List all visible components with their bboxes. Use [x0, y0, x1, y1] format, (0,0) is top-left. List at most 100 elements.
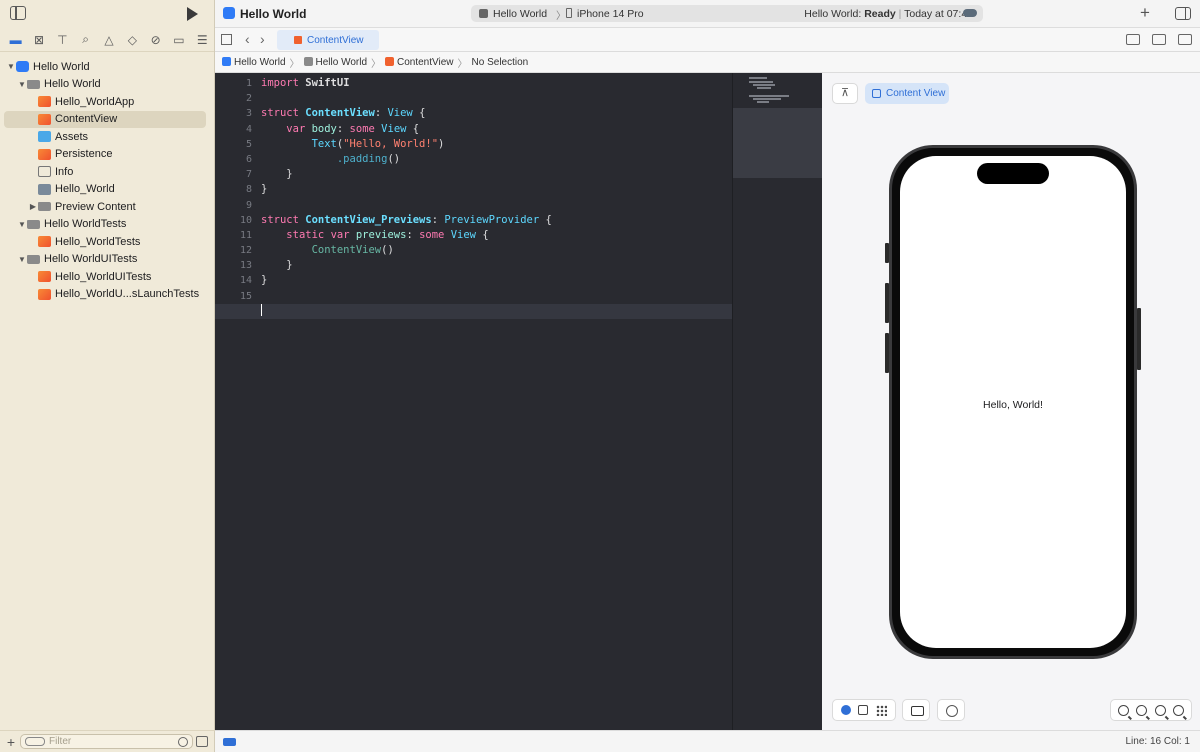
jump-project[interactable]: Hello World [222, 56, 286, 68]
tree-item-file[interactable]: Hello_WorldUITests [0, 268, 214, 286]
filter-input[interactable]: Filter [20, 734, 193, 749]
scheme-app-icon [479, 9, 488, 18]
keyword-token: some [349, 122, 375, 135]
source-control-filter-icon[interactable] [196, 736, 208, 747]
tree-item-file[interactable]: Hello_WorldU...sLaunchTests [0, 286, 214, 304]
zoom-controls [1110, 699, 1192, 721]
filter-options-icon[interactable] [25, 737, 45, 746]
device-screen[interactable]: Hello, World! [900, 156, 1126, 648]
find-navigator-icon[interactable]: ⌕ [74, 30, 97, 50]
recent-files-icon[interactable] [178, 737, 188, 747]
tree-item-file[interactable]: Persistence [0, 146, 214, 164]
app-icon [223, 7, 235, 19]
jump-selection[interactable]: No Selection [472, 57, 529, 68]
zoom-fit-icon[interactable] [1154, 704, 1166, 716]
preview-settings-icon[interactable] [937, 699, 965, 721]
device-settings-icon[interactable] [902, 699, 930, 721]
tree-item-project[interactable]: ▼ Hello World [0, 58, 214, 76]
disclosure-open-icon[interactable]: ▼ [17, 220, 27, 229]
type-token: View [450, 228, 477, 241]
debug-area-toggle-icon[interactable] [223, 738, 236, 746]
disclosure-open-icon[interactable]: ▼ [6, 62, 16, 71]
pin-icon[interactable]: ⊼ [832, 83, 858, 104]
type-token: View [387, 107, 413, 120]
breakpoint-navigator-icon[interactable]: ▭ [167, 30, 190, 50]
type-name-token: ContentView_Previews [305, 213, 432, 226]
tree-item-group[interactable]: ▼ Hello WorldUITests [0, 251, 214, 269]
symbol-navigator-icon[interactable]: ⊤ [51, 30, 74, 50]
minimap[interactable] [732, 73, 823, 730]
code-line-16-current[interactable] [215, 303, 732, 319]
keyword-token: var [330, 228, 350, 241]
report-navigator-icon[interactable]: ☰ [191, 30, 214, 50]
swift-file-icon [294, 36, 302, 44]
tree-item-file[interactable]: Info [0, 163, 214, 181]
code-review-icon[interactable] [1126, 34, 1140, 45]
project-navigator-icon[interactable]: ▬ [4, 30, 27, 50]
add-file-button[interactable]: + [0, 734, 22, 750]
preview-hello-text: Hello, World! [983, 399, 1043, 411]
library-plus-button[interactable]: + [1140, 3, 1150, 23]
disclosure-closed-icon[interactable]: ▶ [28, 202, 38, 211]
swift-file-icon [385, 56, 394, 66]
source-control-navigator-icon[interactable]: ⊠ [27, 30, 50, 50]
scheme-target-label: Hello World [493, 8, 548, 20]
window-toolbar: Hello World Hello World 〉 iPhone 14 Pro … [215, 0, 1200, 28]
tree-item-label: Hello_WorldApp [55, 95, 135, 108]
sidebar-toggle-icon[interactable] [10, 6, 26, 20]
navigator-filter-bar: + Filter [0, 730, 215, 752]
jump-group[interactable]: Hello World [303, 56, 367, 68]
tree-item-label: Hello_WorldU...sLaunchTests [55, 288, 200, 301]
project-tree: ▼ Hello World ▼ Hello World Hello_WorldA… [0, 52, 214, 303]
tree-item-group[interactable]: ▼ Hello World [0, 76, 214, 94]
inspector-toggle-icon[interactable] [1175, 7, 1191, 20]
code-lines[interactable]: import SwiftUI struct ContentView: View … [215, 76, 732, 319]
debug-navigator-icon[interactable]: ⊘ [144, 30, 167, 50]
variants-grid-icon[interactable] [876, 704, 888, 716]
code-line-13: } [261, 259, 293, 272]
tree-item-label: Persistence [55, 148, 113, 161]
line-number: 8 [245, 184, 252, 196]
tree-item-file-selected[interactable]: ContentView [4, 110, 206, 128]
back-chevron-icon[interactable]: ‹ [245, 31, 250, 47]
source-editor[interactable]: 1 2 3 4 5 6 7 8 9 10 11 12 13 14 15 16 i… [215, 73, 732, 730]
minimap-viewport[interactable] [733, 108, 823, 178]
swift-file-icon [38, 148, 51, 160]
type-token: View [381, 122, 407, 135]
scheme-selector[interactable]: Hello World [479, 8, 548, 20]
tree-item-file[interactable]: Assets [0, 128, 214, 146]
folder-icon [303, 56, 313, 66]
jump-file[interactable]: ContentView [385, 56, 454, 68]
zoom-out-icon[interactable] [1117, 704, 1129, 716]
preview-selector-chip[interactable]: Content View [865, 83, 949, 104]
destination-label: iPhone 14 Pro [577, 8, 644, 20]
tree-item-file[interactable]: Hello_World [0, 181, 214, 199]
tree-item-file[interactable]: Hello_WorldApp [0, 93, 214, 111]
tree-item-label: Hello_World [55, 183, 115, 196]
cloud-icon[interactable] [963, 9, 977, 17]
tree-item-group[interactable]: ▼ Hello WorldTests [0, 216, 214, 234]
forward-chevron-icon[interactable]: › [260, 31, 265, 47]
related-items-grid-icon[interactable] [221, 34, 232, 45]
zoom-in-icon[interactable] [1173, 704, 1185, 716]
type-token: Text [311, 137, 337, 150]
issue-navigator-icon[interactable]: △ [97, 30, 120, 50]
zoom-100-icon[interactable] [1136, 704, 1148, 716]
adjust-editor-icon[interactable] [1152, 34, 1166, 45]
project-icon [16, 61, 29, 73]
selectable-mode-icon[interactable] [858, 705, 869, 715]
tab-contentview[interactable]: ContentView [277, 30, 379, 50]
tree-item-label: Preview Content [55, 200, 136, 213]
keyword-token: var [286, 122, 306, 135]
test-navigator-icon[interactable]: ◇ [121, 30, 144, 50]
tree-item-group[interactable]: ▶ Preview Content [0, 198, 214, 216]
disclosure-open-icon[interactable]: ▼ [17, 80, 27, 89]
add-editor-icon[interactable] [1178, 34, 1192, 45]
tree-item-file[interactable]: Hello_WorldTests [0, 233, 214, 251]
live-mode-icon[interactable] [840, 705, 851, 715]
destination-selector[interactable]: iPhone 14 Pro [566, 8, 644, 20]
disclosure-open-icon[interactable]: ▼ [17, 255, 27, 264]
run-button[interactable] [187, 7, 198, 21]
